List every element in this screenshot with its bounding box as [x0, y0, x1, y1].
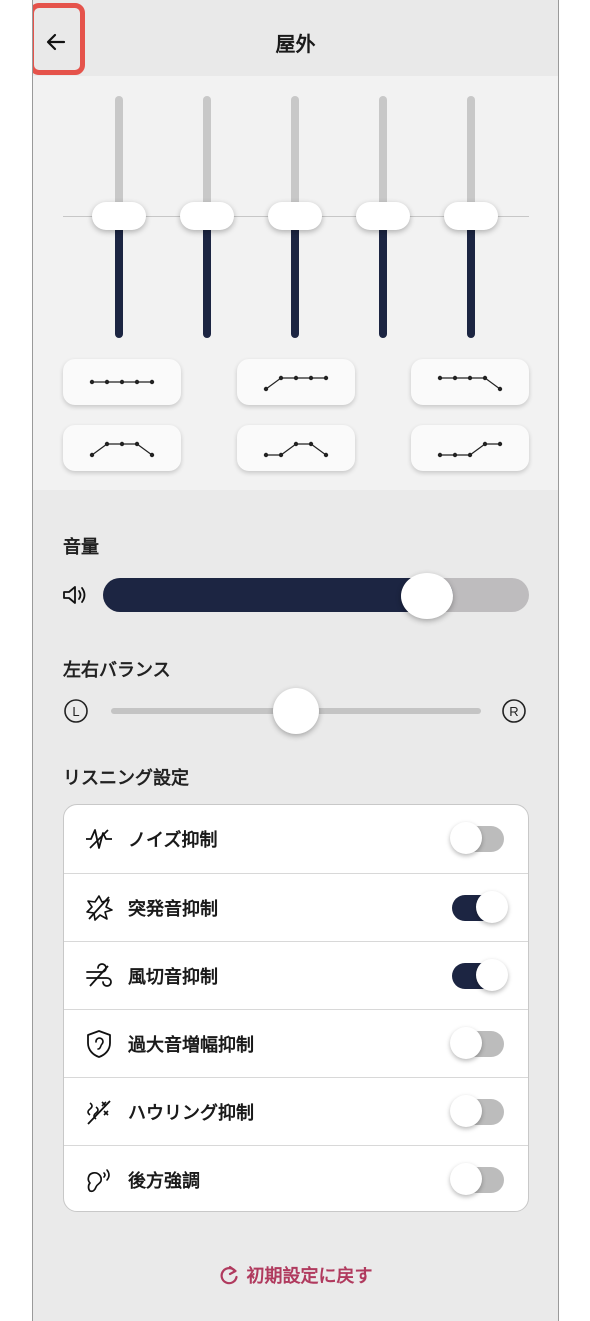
- eq-band-2-track-upper: [203, 96, 211, 216]
- noise-icon: [86, 829, 112, 849]
- listening-item-label: ハウリング抑制: [128, 1103, 254, 1124]
- toggle-knob: [476, 959, 508, 991]
- ear-shield-icon: [87, 1030, 111, 1058]
- balance-label: 左右バランス: [63, 660, 171, 681]
- listening-item-label: 突発音抑制: [128, 899, 218, 920]
- reset-label: 初期設定に戻す: [246, 1266, 373, 1287]
- preset-button-flat[interactable]: [63, 359, 181, 405]
- noise-toggle[interactable]: [450, 822, 506, 854]
- listening-item-label: ノイズ抑制: [128, 830, 218, 851]
- reset-icon: [220, 1265, 238, 1285]
- balance-right-icon: R: [501, 698, 527, 724]
- speaker-icon: [63, 586, 86, 604]
- eq-band-2-slider[interactable]: [180, 202, 234, 230]
- rear-emphasis-icon: [87, 1165, 114, 1193]
- listening-item-label: 後方強調: [128, 1171, 200, 1192]
- eq-band-2-track-lower: [203, 216, 211, 338]
- listening-item-noise: ノイズ抑制: [64, 805, 528, 873]
- eq-band-1-track-lower: [115, 216, 123, 338]
- sudden-sound-icon: [86, 895, 113, 921]
- balance-left-text: L: [72, 704, 79, 719]
- sudden-sound-toggle[interactable]: [452, 891, 508, 923]
- preset-flat-icon: [89, 379, 155, 385]
- listening-item-label: 風切音抑制: [128, 967, 218, 988]
- wind-toggle[interactable]: [452, 959, 508, 991]
- preset-button-mid-peak[interactable]: [237, 425, 355, 471]
- toggle-knob: [450, 1027, 482, 1059]
- preset-treble-rise-icon: [437, 441, 503, 458]
- eq-band-3-slider[interactable]: [268, 202, 322, 230]
- preset-button-treble-rise[interactable]: [411, 425, 529, 471]
- header: 屋外: [33, 0, 558, 76]
- eq-band-4-track-lower: [379, 216, 387, 338]
- eq-band-1-slider[interactable]: [92, 202, 146, 230]
- toggle-knob: [450, 822, 482, 854]
- eq-band-4-track-upper: [379, 96, 387, 216]
- howling-icon: [87, 1100, 111, 1125]
- eq-band-5-slider[interactable]: [444, 202, 498, 230]
- preset-mid-peak-icon: [263, 441, 329, 458]
- volume-slider-track[interactable]: [103, 578, 529, 612]
- equalizer-panel: [33, 76, 558, 490]
- howling-toggle[interactable]: [450, 1095, 506, 1127]
- eq-band-3-track-lower: [291, 216, 299, 338]
- app-frame: 屋外 音量 左右バランス L R リスニング設定 ノイズ抑制 突発音抑制 風切音…: [32, 0, 559, 1321]
- page-title: 屋外: [275, 32, 316, 56]
- listening-item-wind: 風切音抑制: [64, 942, 528, 1010]
- volume-slider-thumb[interactable]: [400, 573, 453, 619]
- listening-item-howling: ハウリング抑制: [64, 1078, 528, 1146]
- listening-settings-list: ノイズ抑制 突発音抑制 風切音抑制 過大音増幅抑制 ハウリング抑制 後方強調: [63, 804, 529, 1212]
- listening-item-ear-shield: 過大音増幅抑制: [64, 1010, 528, 1078]
- balance-left-icon: L: [63, 698, 89, 724]
- eq-band-5-track-lower: [467, 216, 475, 338]
- toggle-knob: [450, 1095, 482, 1127]
- eq-band-5-track-upper: [467, 96, 475, 216]
- listening-item-rear-emphasis: 後方強調: [64, 1146, 528, 1211]
- ear-shield-toggle[interactable]: [450, 1027, 506, 1059]
- preset-treble-drop-icon: [437, 375, 503, 392]
- listening-item-sudden-sound: 突発音抑制: [64, 874, 528, 942]
- toggle-knob: [450, 1163, 482, 1195]
- listening-item-label: 過大音増幅抑制: [128, 1035, 254, 1056]
- eq-band-3-track-upper: [291, 96, 299, 216]
- balance-slider-thumb[interactable]: [273, 688, 319, 734]
- volume-label: 音量: [63, 537, 99, 558]
- preset-button-mid-boost[interactable]: [63, 425, 181, 471]
- preset-mid-boost-icon: [89, 441, 155, 458]
- wind-icon: [86, 963, 112, 987]
- toggle-knob: [476, 891, 508, 923]
- eq-band-1-track-upper: [115, 96, 123, 216]
- rear-emphasis-toggle[interactable]: [450, 1163, 506, 1195]
- preset-button-bass-rise[interactable]: [237, 359, 355, 405]
- preset-button-treble-drop[interactable]: [411, 359, 529, 405]
- eq-band-4-slider[interactable]: [356, 202, 410, 230]
- preset-bass-rise-icon: [263, 375, 329, 392]
- listening-settings-label: リスニング設定: [63, 768, 189, 789]
- reset-button[interactable]: 初期設定に戻す: [33, 1262, 558, 1288]
- balance-right-text: R: [509, 704, 518, 719]
